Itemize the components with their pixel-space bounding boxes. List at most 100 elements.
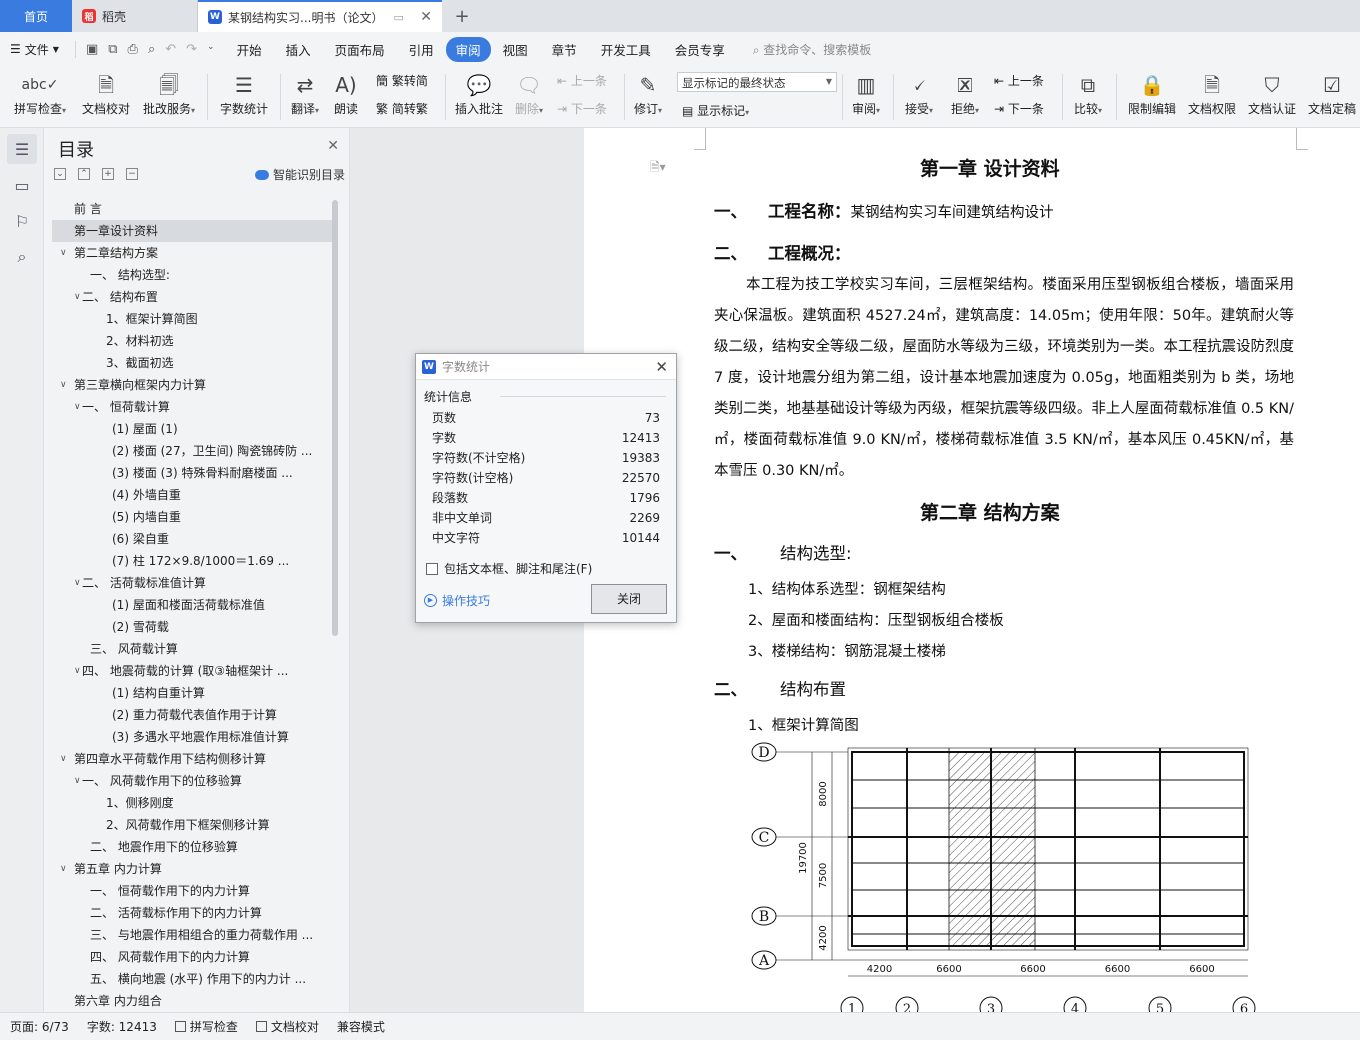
chevron-down-icon[interactable]: ∨ <box>74 572 81 594</box>
toc-item[interactable]: (7) 柱 172×9.8/1000＝1.69 ... <box>52 550 332 572</box>
toc-item[interactable]: 三、 风荷载计算 <box>52 638 332 660</box>
toc-item[interactable]: (1) 屋面和楼面活荷载标准值 <box>52 594 332 616</box>
checkbox-box[interactable] <box>426 562 438 575</box>
next-change-button[interactable]: ⇥ 下一条 <box>994 100 1044 117</box>
new-tab-button[interactable]: + <box>442 0 482 32</box>
menu-section[interactable]: 章节 <box>540 40 589 59</box>
toc-item[interactable]: 五、 横向地震 (水平) 作用下的内力计 ... <box>52 968 332 990</box>
add-heading-icon[interactable]: + <box>102 168 114 180</box>
toc-item[interactable]: 2、风荷载作用下框架侧移计算 <box>52 814 332 836</box>
page-indicator[interactable]: 页面: 6/73 <box>10 1018 69 1035</box>
document-proof-button[interactable]: 🗎 文档校对 <box>80 70 132 117</box>
chevron-down-icon[interactable]: ∨ <box>60 748 67 770</box>
toc-item[interactable]: (2) 楼面 (27，卫生间) 陶瓷锦砖防 ... <box>52 440 332 462</box>
tab-daoke[interactable]: 稻 稻壳 <box>72 0 198 32</box>
customize-icon[interactable]: ⌄ <box>207 42 215 57</box>
toc-item[interactable]: ∨ 二、 活荷载标准值计算 <box>52 572 332 594</box>
close-icon[interactable]: ✕ <box>655 358 668 376</box>
trad-to-simp-button[interactable]: 簡 繁转简 <box>376 72 428 89</box>
close-icon[interactable]: ✕ <box>327 138 339 154</box>
translate-button[interactable]: ⇄ 翻译▾ <box>286 70 324 117</box>
delete-comment-button[interactable]: 🗨 删除▾ <box>510 70 548 117</box>
toc-item[interactable]: ∨ 第三章横向框架内力计算 <box>52 374 332 396</box>
toc-item[interactable]: 第六章 内力组合 <box>52 990 332 1012</box>
toc-item[interactable]: 第一章设计资料 <box>52 220 332 242</box>
toc-item[interactable]: 1、框架计算简图 <box>52 308 332 330</box>
toc-item[interactable]: 二、 活荷载标作用下的内力计算 <box>52 902 332 924</box>
accept-button[interactable]: 🗸 接受▾ <box>900 70 938 117</box>
close-button[interactable]: 关闭 <box>591 584 667 614</box>
simp-to-trad-button[interactable]: 繁 简转繁 <box>376 100 428 117</box>
toc-item[interactable]: 1、侧移刚度 <box>52 792 332 814</box>
compare-button[interactable]: ⧉ 比较▾ <box>1068 70 1108 117</box>
toc-item[interactable]: (4) 外墙自重 <box>52 484 332 506</box>
toc-item[interactable]: (3) 多遇水平地震作用标准值计算 <box>52 726 332 748</box>
toc-item[interactable]: (3) 楼面 (3) 特殊骨料耐磨楼面 ... <box>52 462 332 484</box>
toc-item[interactable]: 3、截面初选 <box>52 352 332 374</box>
toc-item[interactable]: 2、材料初选 <box>52 330 332 352</box>
proof-status[interactable]: 文档校对 <box>255 1018 319 1035</box>
toc-item[interactable]: 一、 结构选型: <box>52 264 332 286</box>
include-textbox-checkbox[interactable]: 包括文本框、脚注和尾注(F) <box>426 560 592 577</box>
tips-link[interactable]: ▶ 操作技巧 <box>424 592 490 609</box>
tab-document[interactable]: W 某钢结构实习...明书（论文） ▭ ✕ <box>198 0 442 32</box>
expand-all-icon[interactable]: ⌄ <box>54 168 66 180</box>
menu-start[interactable]: 开始 <box>225 40 274 59</box>
toc-item[interactable]: ∨ 一、 恒荷载计算 <box>52 396 332 418</box>
toc-item[interactable]: ∨ 二、 结构布置 <box>52 286 332 308</box>
menu-developer[interactable]: 开发工具 <box>589 40 663 59</box>
search-icon[interactable]: ⌕ <box>7 242 37 272</box>
toc-item[interactable]: ∨ 第二章结构方案 <box>52 242 332 264</box>
document-finalize-button[interactable]: ☑ 文档定稿 <box>1304 70 1360 117</box>
show-markup-button[interactable]: ▤ 显示标记▾ <box>682 102 749 119</box>
spell-check-button[interactable]: abc✓ 拼写检查▾ <box>10 70 70 117</box>
document-permission-button[interactable]: 🗎 文档权限 <box>1184 70 1240 117</box>
chevron-down-icon[interactable]: ∨ <box>74 660 81 682</box>
read-aloud-button[interactable]: A) 朗读 <box>330 70 362 117</box>
chevron-down-icon[interactable]: ∨ <box>74 286 81 308</box>
markup-state-select[interactable]: 显示标记的最终状态 ▼ <box>677 72 837 92</box>
toc-item[interactable]: (2) 雪荷载 <box>52 616 332 638</box>
menu-page-layout[interactable]: 页面布局 <box>323 40 397 59</box>
restrict-editing-button[interactable]: 🔒 限制编辑 <box>1124 70 1180 117</box>
chevron-down-icon[interactable]: ∨ <box>74 770 81 792</box>
toc-item[interactable]: ∨ 第四章水平荷载作用下结构侧移计算 <box>52 748 332 770</box>
word-count-indicator[interactable]: 字数: 12413 <box>87 1018 157 1035</box>
save-icon[interactable]: ▣ <box>86 42 98 57</box>
previous-comment-button[interactable]: ⇤ 上一条 <box>557 72 607 89</box>
toc-panel-icon[interactable]: ☰ <box>7 134 37 164</box>
insert-comment-button[interactable]: 💬 插入批注 <box>452 70 506 117</box>
toc-item[interactable]: (1) 结构自重计算 <box>52 682 332 704</box>
previous-change-button[interactable]: ⇤ 上一条 <box>994 72 1044 89</box>
track-changes-button[interactable]: ✎ 修订▾ <box>630 70 666 117</box>
menu-references[interactable]: 引用 <box>397 40 446 59</box>
chevron-down-icon[interactable]: ∨ <box>60 242 67 264</box>
word-count-button[interactable]: ☰ 字数统计 <box>216 70 272 117</box>
tab-home[interactable]: 首页 <box>0 0 72 32</box>
smart-toc-button[interactable]: 智能识别目录 <box>254 166 345 183</box>
remove-heading-icon[interactable]: − <box>126 168 138 180</box>
chapter-nav-icon[interactable]: ▭ <box>7 170 37 200</box>
command-search[interactable]: ⌕ 查找命令、搜索模板 <box>753 41 872 58</box>
file-menu[interactable]: ☰ 文件 ▼ <box>10 40 76 58</box>
chevron-down-icon[interactable]: ∨ <box>74 396 81 418</box>
close-tab-icon[interactable]: ✕ <box>420 9 432 25</box>
collapse-all-icon[interactable]: ⌃ <box>78 168 90 180</box>
toc-item[interactable]: 前 言 <box>52 198 332 220</box>
dialog-titlebar[interactable]: W 字数统计 ✕ <box>416 354 676 380</box>
reject-button[interactable]: 🗷 拒绝▾ <box>946 70 984 117</box>
toc-item[interactable]: ∨ 一、 风荷载作用下的位移验算 <box>52 770 332 792</box>
toc-item[interactable]: (1) 屋面 (1) <box>52 418 332 440</box>
spell-check-status[interactable]: 拼写检查 <box>174 1018 238 1035</box>
menu-insert[interactable]: 插入 <box>274 40 323 59</box>
toc-item[interactable]: (6) 梁自重 <box>52 528 332 550</box>
chevron-down-icon[interactable]: ∨ <box>60 858 67 880</box>
toc-item[interactable]: 二、 地震作用下的位移验算 <box>52 836 332 858</box>
print-preview-icon[interactable]: ⌕ <box>148 42 155 57</box>
pin-icon[interactable]: ▭ <box>393 11 403 24</box>
menu-member[interactable]: 会员专享 <box>663 40 737 59</box>
chevron-down-icon[interactable]: ∨ <box>60 374 67 396</box>
toc-item[interactable]: (2) 重力荷载代表值作用于计算 <box>52 704 332 726</box>
next-comment-button[interactable]: ⇥ 下一条 <box>557 100 607 117</box>
bookmark-icon[interactable]: ⚐ <box>7 206 37 236</box>
